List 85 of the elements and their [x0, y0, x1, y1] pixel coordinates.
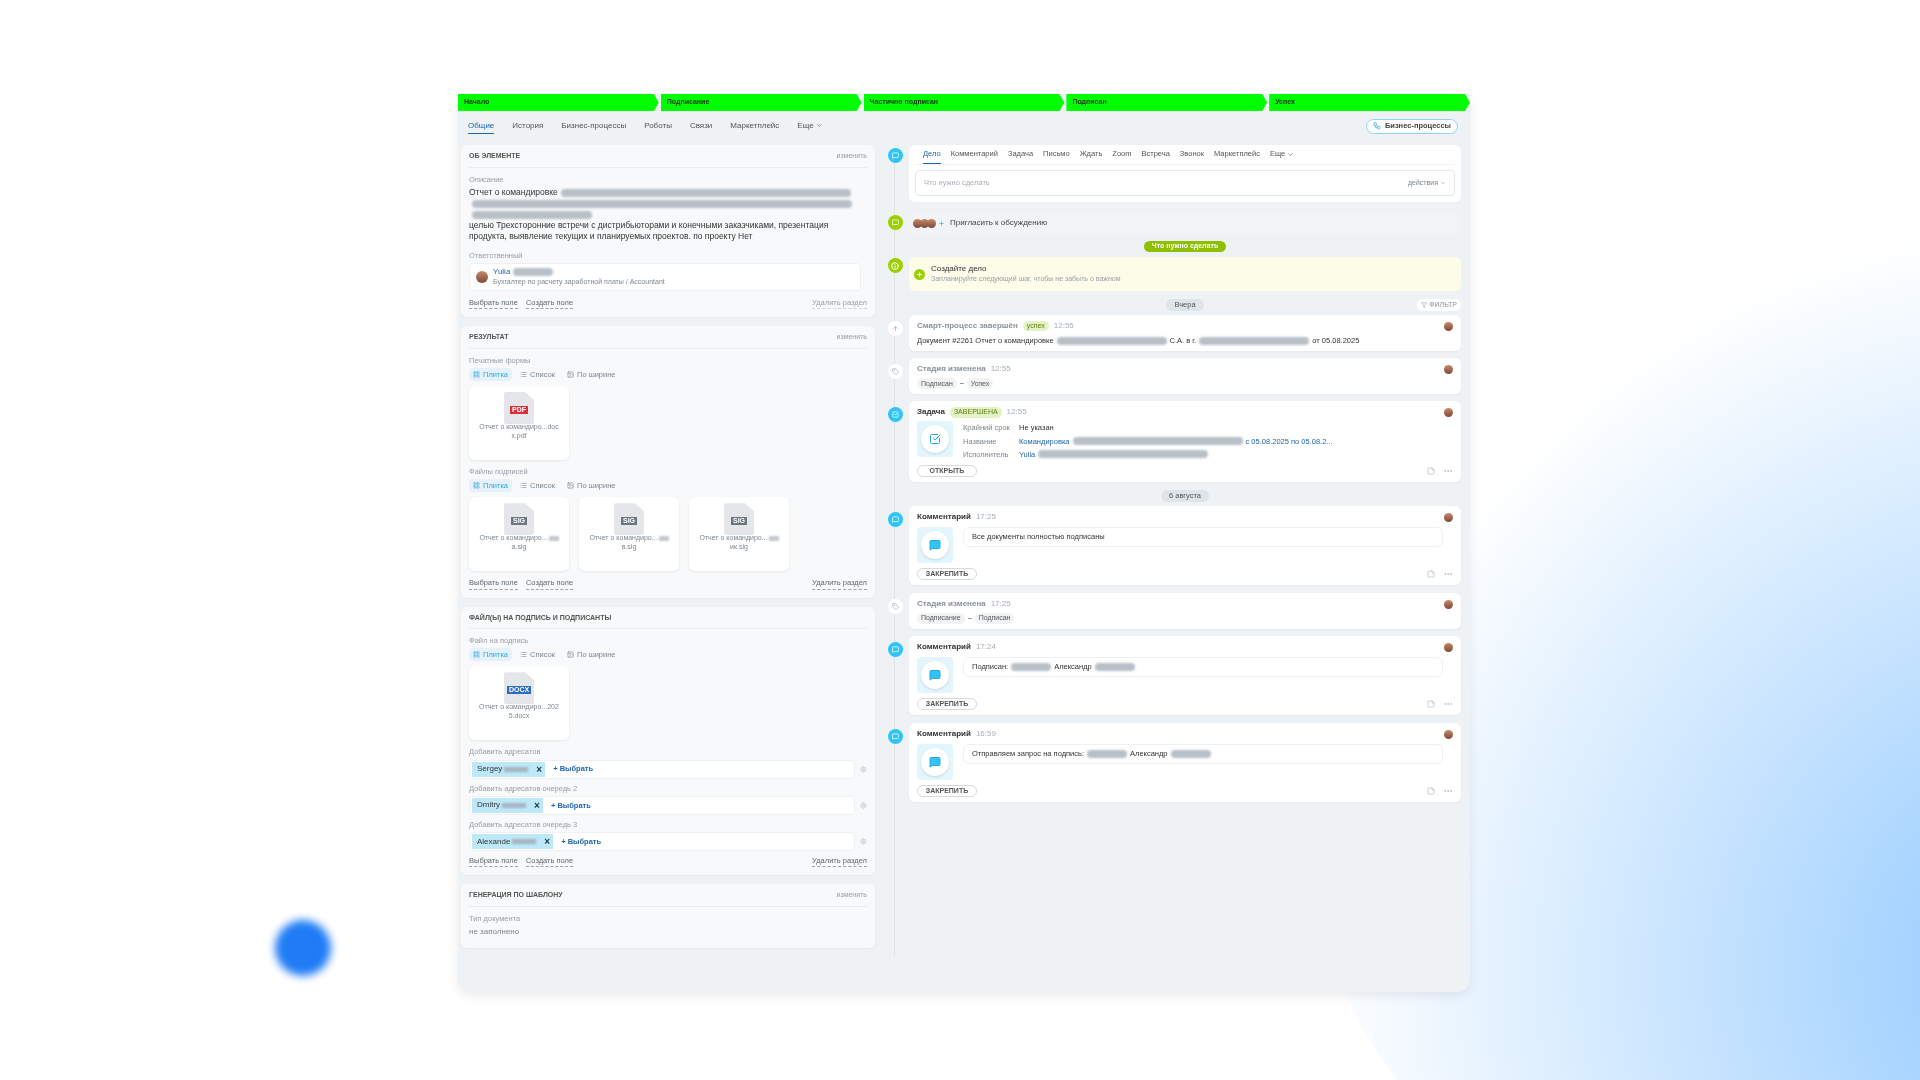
document-icon	[614, 503, 644, 536]
entry-title: Стадия изменена	[917, 598, 986, 610]
image-icon	[567, 371, 574, 378]
recipient-chip: Sergey	[472, 761, 534, 777]
add-icon	[914, 268, 925, 280]
chat-icon	[887, 215, 903, 230]
info-icon	[887, 258, 903, 273]
grid-icon	[473, 371, 480, 378]
arrow-up-icon	[887, 321, 903, 336]
decorative-blob	[275, 920, 331, 976]
comment-icon	[887, 512, 903, 527]
checkbox-icon	[887, 407, 903, 423]
entry-title: Комментарий	[917, 641, 971, 653]
comment-icon	[887, 729, 903, 744]
avatar	[1444, 408, 1453, 418]
note-icon[interactable]	[1427, 787, 1435, 795]
tab[interactable]: Связи	[689, 118, 713, 134]
chevron-icon	[1440, 180, 1446, 186]
redacted-text	[513, 268, 554, 276]
person-name[interactable]: Yulia	[493, 267, 511, 277]
tag-icon	[887, 364, 903, 380]
avatar	[1444, 322, 1453, 331]
task-icon	[917, 421, 953, 458]
redacted-text	[1087, 750, 1127, 758]
grid-icon	[473, 651, 480, 659]
avatar	[1444, 365, 1453, 375]
field-value: не заполнено	[469, 926, 521, 938]
entry-time: 16:59	[975, 728, 996, 740]
avatar	[476, 271, 488, 283]
plus-icon	[938, 219, 945, 227]
comment-icon	[887, 148, 903, 163]
document-icon	[724, 503, 754, 536]
grid-icon	[473, 482, 480, 490]
avatar	[1444, 730, 1453, 739]
list-icon	[520, 651, 527, 659]
redacted-text	[1094, 663, 1135, 671]
entry-time: 17:25	[990, 598, 1011, 610]
avatar	[1444, 643, 1453, 652]
entry-time: 12:55	[1053, 320, 1074, 332]
tab[interactable]: Еще	[797, 118, 823, 134]
image-icon	[567, 482, 574, 490]
entry-title: Комментарий	[917, 511, 971, 523]
tab[interactable]: Маркетплейс	[730, 118, 780, 134]
remove-icon[interactable]: ×	[541, 834, 554, 849]
redacted-text	[1011, 663, 1052, 671]
description-text: Отчет о командировке	[469, 186, 558, 197]
tab[interactable]: История	[512, 118, 544, 134]
entry-title: Комментарий	[917, 728, 971, 740]
note-icon[interactable]	[1427, 700, 1435, 708]
todo-title: Создайте дело	[931, 264, 988, 274]
comment-icon	[887, 642, 903, 657]
image-icon	[567, 651, 574, 659]
comment-icon	[917, 744, 953, 780]
comment-icon	[917, 527, 953, 563]
flowchart-icon	[1372, 122, 1381, 130]
description-text: целью Трехсторонние встречи с дистрибьюторами и конечными заказчиками, презентация продукта, выявление текущих и планируемых проектов. по проекту Нет	[469, 219, 830, 242]
entry-time: 12:55	[1006, 406, 1027, 419]
note-icon[interactable]	[1427, 570, 1435, 578]
list-icon	[520, 371, 527, 378]
remove-icon[interactable]: ×	[531, 797, 543, 813]
recipient-chip: Dmitry	[472, 797, 532, 813]
tab[interactable]: Общие	[468, 118, 495, 134]
filter-icon	[1421, 302, 1428, 308]
entry-time: 17:24	[975, 641, 996, 653]
document-icon	[504, 503, 534, 536]
redacted-text	[548, 535, 559, 541]
comment-icon	[917, 657, 953, 693]
recipient-chip: Alexande	[472, 834, 542, 849]
entry-title: Стадия изменена	[917, 363, 986, 376]
tab[interactable]: Бизнес-процессы	[561, 118, 627, 134]
invite-text: Пригласить к обсуждению	[950, 217, 1048, 229]
entry-title: Смарт-процесс завершён	[917, 320, 1018, 332]
tag-icon	[887, 599, 903, 614]
list-icon	[520, 482, 527, 490]
entry-time: 12:55	[990, 363, 1011, 376]
entry-title: Задача	[917, 406, 945, 419]
remove-icon[interactable]: ×	[533, 761, 546, 777]
entry-time: 17:25	[975, 511, 996, 523]
note-icon[interactable]	[1427, 467, 1435, 475]
redacted-text	[1170, 750, 1211, 758]
redacted-text	[658, 535, 669, 541]
redacted-text	[768, 535, 779, 541]
avatar	[1444, 513, 1453, 522]
avatar	[1444, 600, 1453, 609]
tab[interactable]: Роботы	[644, 118, 672, 134]
